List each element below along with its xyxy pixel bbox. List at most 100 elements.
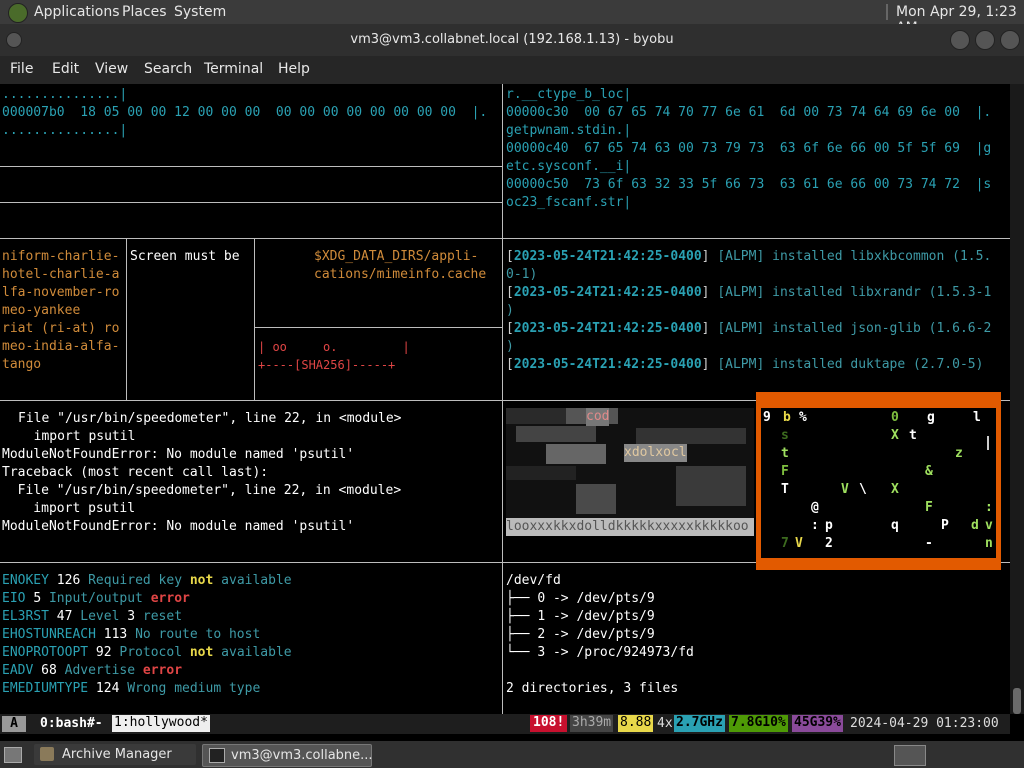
errno-line: EMEDIUMTYPE 124 Wrong medium type bbox=[2, 681, 261, 696]
art-block bbox=[676, 466, 746, 506]
menu-terminal[interactable]: Terminal bbox=[204, 61, 263, 77]
minimize-button[interactable] bbox=[950, 30, 970, 50]
matrix-overlay: 9 b % 0 g l s X t t z F & T V \ X @ F : … bbox=[756, 392, 1001, 570]
show-desktop-icon[interactable] bbox=[4, 747, 22, 763]
hexdump-line: 00000c30 00 67 65 74 70 77 6e 61 6d 00 7… bbox=[506, 105, 992, 120]
traceback-line: ModuleNotFoundError: No module named 'ps… bbox=[2, 447, 355, 462]
matrix-char: : bbox=[985, 500, 993, 515]
hexdump-line: 00000c50 73 6f 63 32 33 5f 66 73 63 61 6… bbox=[506, 177, 992, 192]
errno-line: EIO 5 Input/output error bbox=[2, 591, 190, 606]
errno-line: ENOKEY 126 Required key not available bbox=[2, 573, 292, 588]
alpm-cont: ) bbox=[506, 303, 514, 318]
alpm-line: [2023-05-24T21:42:25-0400] [ALPM] instal… bbox=[506, 321, 992, 336]
hexdump-line: oc23_fscanf.str| bbox=[506, 195, 632, 210]
archive-icon bbox=[40, 747, 54, 761]
hexdump-line: 000007b0 18 05 00 00 12 00 00 00 00 00 0… bbox=[2, 105, 488, 120]
applications-menu[interactable]: Applications bbox=[34, 4, 120, 20]
matrix-char: s bbox=[781, 428, 789, 443]
tree-entry: ├── 0 -> /dev/pts/9 bbox=[506, 591, 655, 606]
menu-edit[interactable]: Edit bbox=[52, 61, 79, 77]
terminal-icon bbox=[209, 748, 225, 763]
matrix-char: % bbox=[799, 410, 807, 425]
task-terminal[interactable]: vm3@vm3.collabne... bbox=[202, 744, 373, 767]
hexdump-line: etc.sysconf.__i| bbox=[506, 159, 632, 174]
errno-line: EL3RST 47 Level 3 reset bbox=[2, 609, 183, 624]
ascii-art: cod xdolxocl bbox=[506, 408, 754, 534]
places-menu[interactable]: Places bbox=[122, 4, 167, 20]
panel-separator bbox=[886, 4, 888, 20]
pane-divider bbox=[0, 166, 502, 167]
hexdump-line: getpwnam.stdin.| bbox=[506, 123, 632, 138]
traceback-line: ModuleNotFoundError: No module named 'ps… bbox=[2, 519, 355, 534]
alpm-line: [2023-05-24T21:42:25-0400] [ALPM] instal… bbox=[506, 357, 984, 372]
matrix-char: F bbox=[781, 464, 789, 479]
scrollbar-thumb[interactable] bbox=[1013, 688, 1021, 714]
sha-art-line: +----[SHA256]-----+ bbox=[258, 358, 396, 372]
phonetic-line: lfa-november-ro bbox=[2, 285, 120, 300]
traceback-line: File "/usr/bin/speedometer", line 22, in… bbox=[18, 411, 402, 426]
matrix-char: n bbox=[985, 536, 993, 551]
disk-badge: 45G39% bbox=[792, 715, 843, 732]
matrix-char: d bbox=[971, 518, 979, 533]
matrix-char: 7 bbox=[781, 536, 789, 551]
phonetic-line: niform-charlie- bbox=[2, 249, 120, 264]
matrix-char: t bbox=[909, 428, 917, 443]
task-label: Archive Manager bbox=[62, 747, 172, 762]
menu-help[interactable]: Help bbox=[278, 61, 310, 77]
traceback-line: import psutil bbox=[18, 429, 136, 444]
matrix-char: t bbox=[781, 446, 789, 461]
art-label: xdolxocl bbox=[624, 444, 687, 462]
taskbar: Archive Manager vm3@vm3.collabne... bbox=[0, 741, 1024, 768]
phonetic-line: hotel-charlie-a bbox=[2, 267, 120, 282]
top-panel: Applications Places System Mon Apr 29, 1… bbox=[0, 0, 1024, 36]
art-block bbox=[576, 484, 616, 514]
gnome-foot-icon[interactable] bbox=[8, 3, 28, 23]
window-titlebar[interactable]: vm3@vm3.collabnet.local (192.168.1.13) -… bbox=[0, 24, 1024, 56]
menu-file[interactable]: File bbox=[10, 61, 33, 77]
screen-text: Screen must be bbox=[130, 249, 240, 264]
tree-entry: ├── 1 -> /dev/pts/9 bbox=[506, 609, 655, 624]
uptime-badge: 3h39m bbox=[570, 715, 614, 732]
task-archive-manager[interactable]: Archive Manager bbox=[34, 744, 196, 765]
alpm-cont: ) bbox=[506, 339, 514, 354]
matrix-char: & bbox=[925, 464, 933, 479]
tree-root: /dev/fd bbox=[506, 573, 561, 588]
art-block bbox=[506, 408, 566, 424]
menu-bar: File Edit View Search Terminal Help bbox=[0, 56, 1024, 84]
traceback-line: import psutil bbox=[2, 501, 136, 516]
hexdump-line: r.__ctype_b_loc| bbox=[506, 87, 632, 102]
menu-view[interactable]: View bbox=[95, 61, 128, 77]
matrix-char: 9 bbox=[763, 410, 771, 425]
maximize-button[interactable] bbox=[975, 30, 995, 50]
hexdump-line: 00000c40 67 65 74 63 00 73 79 73 63 6f 6… bbox=[506, 141, 992, 156]
system-menu[interactable]: System bbox=[174, 4, 226, 20]
menu-search[interactable]: Search bbox=[144, 61, 192, 77]
scrollbar[interactable] bbox=[1010, 84, 1024, 714]
alpm-line: [2023-05-24T21:42:25-0400] [ALPM] instal… bbox=[506, 285, 992, 300]
matrix-char: 2 bbox=[825, 536, 833, 551]
errno-line: EHOSTUNREACH 113 No route to host bbox=[2, 627, 261, 642]
art-block bbox=[546, 444, 606, 464]
art-block bbox=[506, 466, 576, 480]
hexdump-line: ...............| bbox=[2, 123, 128, 138]
tree-entry: ├── 2 -> /dev/pts/9 bbox=[506, 627, 655, 642]
matrix-char: P bbox=[941, 518, 949, 533]
matrix-char: V bbox=[841, 482, 849, 497]
close-button[interactable] bbox=[1000, 30, 1020, 50]
traceback-line: File "/usr/bin/speedometer", line 22, in… bbox=[2, 483, 402, 498]
window-tab-hollywood[interactable]: 1:hollywood* bbox=[112, 715, 210, 732]
hexdump-line: ...............| bbox=[2, 87, 128, 102]
traceback-line: Traceback (most recent call last): bbox=[2, 465, 269, 480]
updates-badge: 108! bbox=[530, 715, 568, 732]
matrix-char: \ bbox=[859, 482, 867, 497]
workspace-switcher[interactable] bbox=[894, 745, 926, 766]
art-label: cod bbox=[586, 408, 610, 426]
sha-art-line: | oo o. | bbox=[258, 340, 410, 354]
phonetic-line: riat (ri-at) ro bbox=[2, 321, 120, 336]
matrix-screen: 9 b % 0 g l s X t t z F & T V \ X @ F : … bbox=[761, 408, 996, 558]
pane-divider bbox=[0, 202, 502, 203]
matrix-char: l bbox=[973, 410, 981, 425]
xdg-line: $XDG_DATA_DIRS/appli- bbox=[314, 249, 479, 264]
pane-divider bbox=[254, 327, 502, 328]
window-tab-bash[interactable]: 0:bash#- bbox=[40, 716, 103, 731]
